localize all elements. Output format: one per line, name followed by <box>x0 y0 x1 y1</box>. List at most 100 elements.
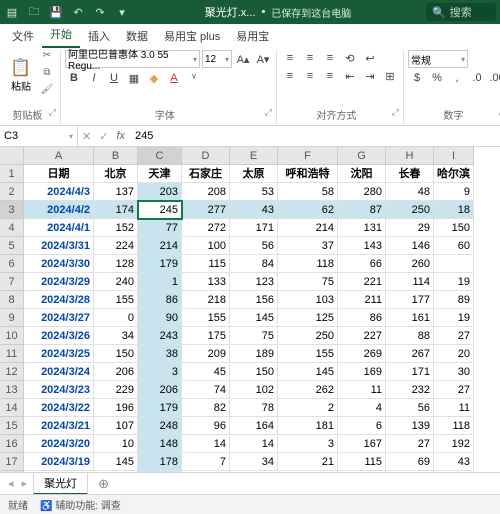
cell[interactable]: 171 <box>386 363 434 381</box>
cell[interactable]: 131 <box>338 219 386 237</box>
col-header-E[interactable]: E <box>230 147 278 165</box>
cell[interactable]: 48 <box>386 183 434 201</box>
search-box[interactable]: 🔍 搜索 <box>426 3 496 21</box>
cell[interactable]: 2024/3/25 <box>24 345 94 363</box>
cell[interactable]: 277 <box>182 201 230 219</box>
row-header-15[interactable]: 15 <box>0 417 24 435</box>
cell[interactable]: 218 <box>182 291 230 309</box>
merge-icon[interactable]: ⊞ <box>381 68 399 84</box>
cell[interactable]: 2024/4/2 <box>24 201 94 219</box>
cell[interactable]: 56 <box>230 237 278 255</box>
cell[interactable]: 75 <box>230 327 278 345</box>
phonetic-icon[interactable]: ᵛ <box>185 70 203 86</box>
cell[interactable]: 103 <box>278 291 338 309</box>
cell[interactable]: 171 <box>230 219 278 237</box>
cell[interactable]: 114 <box>386 273 434 291</box>
cell[interactable]: 10 <box>94 435 138 453</box>
cell[interactable]: 280 <box>338 183 386 201</box>
cell[interactable]: 240 <box>94 273 138 291</box>
tab-易用宝 plus[interactable]: 易用宝 plus <box>156 24 228 48</box>
cell[interactable]: 14 <box>182 435 230 453</box>
cell[interactable]: 272 <box>182 219 230 237</box>
save2-icon[interactable]: 💾 <box>48 4 64 20</box>
cell[interactable]: 25 <box>434 471 474 472</box>
cell[interactable]: 196 <box>94 399 138 417</box>
cell[interactable]: 43 <box>230 201 278 219</box>
cell[interactable]: 2024/3/28 <box>24 291 94 309</box>
cell[interactable]: 1 <box>138 273 182 291</box>
cell[interactable]: 75 <box>278 273 338 291</box>
cell[interactable]: 34 <box>94 327 138 345</box>
col-header-H[interactable]: H <box>386 147 434 165</box>
cell[interactable]: 100 <box>182 237 230 255</box>
row-header-12[interactable]: 12 <box>0 363 24 381</box>
cell[interactable]: 224 <box>94 237 138 255</box>
cell[interactable]: 56 <box>386 399 434 417</box>
tab-易用宝[interactable]: 易用宝 <box>228 24 277 48</box>
row-header-4[interactable]: 4 <box>0 219 24 237</box>
row-header-17[interactable]: 17 <box>0 453 24 471</box>
cell[interactable]: 82 <box>182 399 230 417</box>
cell[interactable]: 269 <box>338 345 386 363</box>
undo-icon[interactable]: ↶ <box>70 4 86 20</box>
cell[interactable]: 221 <box>338 273 386 291</box>
cell[interactable]: 150 <box>230 363 278 381</box>
cell[interactable]: 88 <box>386 327 434 345</box>
cell[interactable]: 43 <box>434 453 474 471</box>
add-sheet-icon[interactable]: ⊕ <box>92 476 115 492</box>
wrap-text-icon[interactable]: ↩ <box>361 50 379 66</box>
cell[interactable]: 137 <box>94 183 138 201</box>
cell[interactable]: 248 <box>138 417 182 435</box>
cell[interactable]: 115 <box>182 255 230 273</box>
tab-文件[interactable]: 文件 <box>4 24 42 48</box>
cell[interactable]: 227 <box>338 327 386 345</box>
cell[interactable]: 0 <box>94 309 138 327</box>
cell[interactable]: 2024/3/23 <box>24 381 94 399</box>
cell[interactable]: 260 <box>386 255 434 273</box>
cell[interactable]: 206 <box>138 381 182 399</box>
cell[interactable]: 102 <box>230 381 278 399</box>
cell[interactable]: 3 <box>278 435 338 453</box>
cell[interactable]: 2024/4/1 <box>24 219 94 237</box>
align-right-icon[interactable]: ≡ <box>321 68 339 84</box>
cell[interactable]: 62 <box>278 201 338 219</box>
cell[interactable]: 164 <box>230 417 278 435</box>
indent-increase-icon[interactable]: ⇥ <box>361 68 379 84</box>
cell[interactable]: 30 <box>434 363 474 381</box>
align-top-icon[interactable]: ≡ <box>281 50 299 66</box>
cell[interactable]: 156 <box>230 291 278 309</box>
cell[interactable]: 125 <box>278 309 338 327</box>
cell[interactable]: 169 <box>338 363 386 381</box>
cell[interactable]: 250 <box>386 201 434 219</box>
cell[interactable]: 155 <box>182 309 230 327</box>
cell[interactable] <box>434 255 474 273</box>
dropdown-icon[interactable]: ▾ <box>114 4 130 20</box>
cell[interactable]: 245 <box>138 201 182 219</box>
cell[interactable]: 2024/3/24 <box>24 363 94 381</box>
cell[interactable]: 14 <box>230 435 278 453</box>
cell[interactable]: 78 <box>230 399 278 417</box>
col-header-F[interactable]: F <box>278 147 338 165</box>
cell[interactable]: 86 <box>338 309 386 327</box>
redo-icon[interactable]: ↷ <box>92 4 108 20</box>
tab-插入[interactable]: 插入 <box>80 24 118 48</box>
cell[interactable]: 206 <box>94 363 138 381</box>
cell[interactable]: 89 <box>94 471 138 472</box>
cell[interactable]: 37 <box>278 237 338 255</box>
underline-icon[interactable]: U <box>105 70 123 86</box>
cell[interactable]: 146 <box>386 237 434 255</box>
cell[interactable]: 2024/3/19 <box>24 453 94 471</box>
cell[interactable]: 133 <box>182 273 230 291</box>
cell[interactable]: 181 <box>278 417 338 435</box>
sheet-nav-right-icon[interactable]: ▸ <box>20 477 30 490</box>
cell[interactable]: 19 <box>434 309 474 327</box>
cell[interactable]: 123 <box>230 273 278 291</box>
bold-icon[interactable]: B <box>65 70 83 86</box>
cell[interactable]: 155 <box>278 345 338 363</box>
cell[interactable]: 175 <box>182 327 230 345</box>
cell[interactable]: 4 <box>338 399 386 417</box>
cell[interactable]: 145 <box>94 453 138 471</box>
cell[interactable]: 38 <box>138 345 182 363</box>
cell[interactable]: 88 <box>138 471 182 472</box>
cell[interactable]: 日期 <box>24 165 94 183</box>
